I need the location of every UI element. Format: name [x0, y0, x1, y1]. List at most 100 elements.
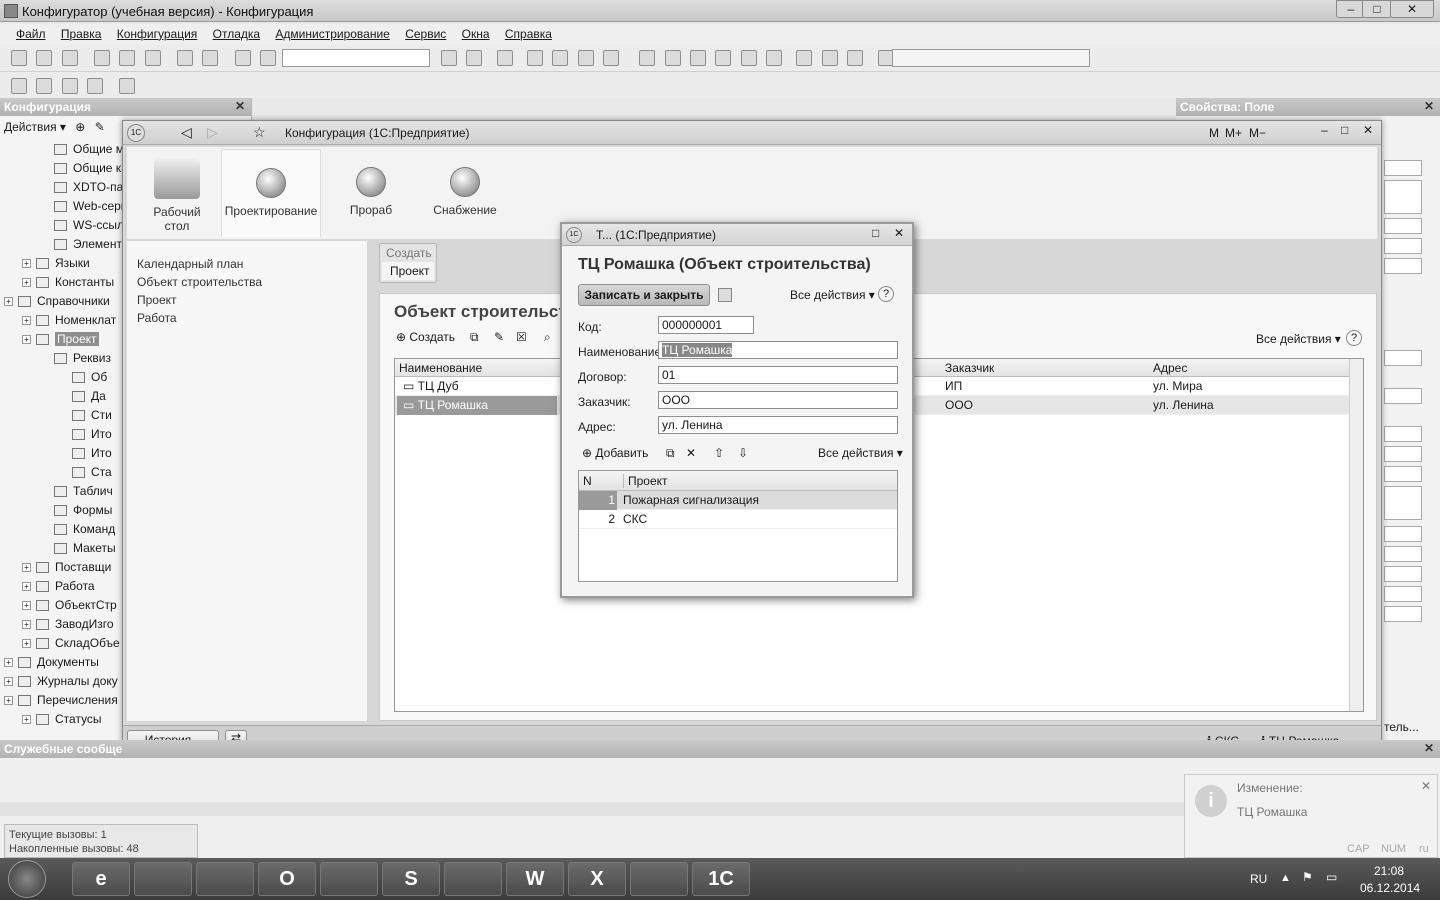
- copy-icon[interactable]: ⧉: [470, 330, 479, 345]
- language-indicator[interactable]: RU: [1250, 872, 1267, 886]
- close-icon[interactable]: ✕: [1424, 741, 1434, 755]
- save-and-close-button[interactable]: Записать и закрыть: [578, 284, 710, 306]
- property-select[interactable]: [1384, 426, 1422, 442]
- expand-toggle-icon[interactable]: +: [22, 601, 31, 611]
- tree-item[interactable]: Общие мак: [4, 140, 122, 159]
- tables-icon[interactable]: [821, 50, 838, 66]
- syntax-icon[interactable]: [577, 50, 594, 66]
- delete-mark-icon[interactable]: ☒: [516, 330, 527, 344]
- tree-item[interactable]: XDTO-паке: [4, 178, 122, 197]
- taskbar-app-button[interactable]: [320, 862, 378, 896]
- menu-help[interactable]: Справка: [499, 24, 558, 41]
- redo-icon[interactable]: [260, 50, 277, 66]
- evaluate-icon[interactable]: [740, 50, 757, 66]
- customer-field[interactable]: ООО: [658, 391, 898, 409]
- run-icon[interactable]: [119, 78, 136, 94]
- property-field[interactable]: [1384, 160, 1422, 176]
- actions-menu[interactable]: Действия: [4, 120, 57, 134]
- edit-icon[interactable]: ✎: [494, 330, 504, 344]
- cut-icon[interactable]: [94, 50, 111, 66]
- close-button[interactable]: ✕: [894, 226, 904, 240]
- property-select[interactable]: [1384, 350, 1422, 366]
- property-field[interactable]: [1384, 180, 1422, 214]
- delete-icon[interactable]: ✕: [686, 446, 696, 460]
- property-field[interactable]: [1384, 446, 1422, 462]
- save-icon[interactable]: [718, 288, 732, 302]
- clock-time[interactable]: 21:08: [1374, 864, 1404, 878]
- back-icon[interactable]: ◁: [181, 124, 192, 141]
- memory-mplus-button[interactable]: M+: [1225, 126, 1242, 140]
- notification-text[interactable]: ТЦ Ромашка: [1237, 805, 1307, 819]
- tree-item[interactable]: Команд: [4, 520, 122, 539]
- section-supply[interactable]: Снабжение: [415, 149, 515, 237]
- tree-item[interactable]: Таблич: [4, 482, 122, 501]
- tree-item[interactable]: Элементы: [4, 235, 122, 254]
- tree-item[interactable]: + Проект: [4, 330, 122, 349]
- save-icon[interactable]: [61, 50, 78, 66]
- memory-mminus-button[interactable]: M−: [1249, 126, 1266, 140]
- forward-icon[interactable]: ▷: [207, 124, 218, 141]
- taskbar-app-button[interactable]: [444, 862, 502, 896]
- run-to-cursor-icon[interactable]: [766, 50, 783, 66]
- tree-item[interactable]: + Языки: [4, 254, 122, 273]
- tree-item[interactable]: + Справочники: [4, 292, 122, 311]
- expand-toggle-icon[interactable]: +: [4, 297, 13, 307]
- tree-item[interactable]: Макеты: [4, 539, 122, 558]
- taskbar-app-button[interactable]: W: [506, 862, 564, 896]
- expand-toggle-icon[interactable]: +: [22, 715, 31, 725]
- context-combo[interactable]: [892, 49, 1090, 67]
- property-select[interactable]: [1384, 526, 1422, 542]
- taskbar-app-button[interactable]: [134, 862, 192, 896]
- table-row[interactable]: 1 Пожарная сигнализация: [579, 491, 897, 510]
- expand-toggle-icon[interactable]: +: [22, 563, 31, 573]
- tree-item[interactable]: Сти: [4, 406, 122, 425]
- step-over-icon[interactable]: [664, 50, 681, 66]
- maximize-button[interactable]: □: [872, 226, 879, 240]
- add-row-button[interactable]: ⊕ Добавить: [582, 446, 648, 460]
- messages-scrollbar[interactable]: [0, 802, 1184, 816]
- tree-item[interactable]: + ЗаводИзго: [4, 615, 122, 634]
- help-icon[interactable]: ?: [878, 286, 894, 302]
- tree-item[interactable]: Реквиз: [4, 349, 122, 368]
- tree-item[interactable]: + СкладОбъе: [4, 634, 122, 653]
- column-header-n[interactable]: N: [583, 474, 592, 488]
- move-up-icon[interactable]: ⇧: [714, 446, 724, 460]
- property-select[interactable]: [1384, 586, 1422, 602]
- taskbar-app-button[interactable]: 1С: [692, 862, 750, 896]
- edit-icon[interactable]: ✎: [95, 120, 105, 134]
- tree-item[interactable]: + Константы: [4, 273, 122, 292]
- tree-item[interactable]: Да: [4, 387, 122, 406]
- section-desktop[interactable]: Рабочий стол: [127, 149, 227, 237]
- open-file-icon[interactable]: [36, 50, 53, 66]
- tree-item[interactable]: + Поставщи: [4, 558, 122, 577]
- column-header-name[interactable]: Наименование: [399, 361, 482, 375]
- tree-item[interactable]: + Документы: [4, 653, 122, 672]
- expand-toggle-icon[interactable]: +: [22, 316, 31, 326]
- tree-item[interactable]: + ОбъектСтр: [4, 596, 122, 615]
- expand-toggle-icon[interactable]: +: [22, 620, 31, 630]
- expand-toggle-icon[interactable]: +: [22, 278, 31, 288]
- move-down-icon[interactable]: ⇩: [738, 446, 748, 460]
- find-prev-icon[interactable]: [466, 50, 483, 66]
- search-combo[interactable]: [282, 49, 430, 67]
- nav-item-project[interactable]: Проект: [127, 291, 367, 309]
- taskbar-app-button[interactable]: X: [568, 862, 626, 896]
- nav-item-construction-object[interactable]: Объект строительства: [127, 273, 367, 291]
- table-icon[interactable]: [87, 78, 104, 94]
- dialog-all-actions[interactable]: Все действия ▾: [790, 288, 875, 302]
- network-icon[interactable]: ▭: [1326, 870, 1337, 884]
- expand-toggle-icon[interactable]: +: [22, 259, 31, 269]
- window-icon[interactable]: [496, 50, 513, 66]
- tree-item[interactable]: + Номенклат: [4, 311, 122, 330]
- favorite-icon[interactable]: ☆: [253, 124, 266, 141]
- tree-item[interactable]: Общие кар: [4, 159, 122, 178]
- code-field[interactable]: 000000001: [658, 316, 754, 334]
- taskbar-app-button[interactable]: [630, 862, 688, 896]
- expand-toggle-icon[interactable]: +: [22, 639, 31, 649]
- table-all-actions[interactable]: Все действия ▾: [818, 446, 903, 460]
- tray-arrow-icon[interactable]: ▲: [1280, 872, 1291, 884]
- breakpoint-icon[interactable]: [552, 50, 569, 66]
- close-icon[interactable]: ✕: [1424, 99, 1434, 113]
- nav-item-calendar-plan[interactable]: Календарный план: [127, 255, 367, 273]
- close-button[interactable]: ✕: [1390, 0, 1434, 18]
